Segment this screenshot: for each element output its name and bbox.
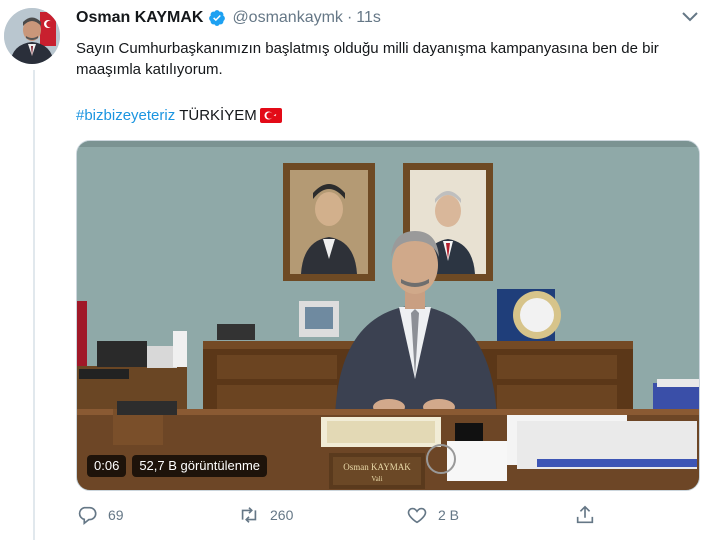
author-handle[interactable]: @osmankaymk — [232, 9, 343, 27]
tweet-text: Sayın Cumhurbaşkanımızın başlatmış olduğ… — [76, 40, 659, 78]
reply-count: 69 — [108, 507, 124, 523]
chevron-down-icon[interactable] — [680, 10, 700, 24]
video-view-count: 52,7 B görüntülenme — [132, 455, 268, 477]
tweet-actions: 69 260 2 B — [76, 504, 696, 528]
like-button[interactable]: 2 B — [406, 504, 459, 526]
retweet-button[interactable]: 260 — [238, 504, 293, 526]
separator-dot: · — [346, 9, 353, 26]
retweet-count: 260 — [270, 507, 294, 523]
nameplate-title: Vali — [371, 475, 382, 483]
tweet-header: Osman KAYMAK @osmankaymk · 11s — [76, 9, 381, 27]
tweet-tags: #bizbizeyeteriz TÜRKİYEM — [76, 105, 282, 126]
hashtag-link[interactable]: #bizbizeyeteriz — [76, 105, 175, 126]
tag-word: TÜRKİYEM — [179, 107, 257, 124]
turkey-flag-icon — [259, 108, 282, 123]
video-duration: 0:06 — [87, 455, 127, 477]
timestamp[interactable]: 11s — [356, 9, 381, 27]
video-frame: Osman KAYMAK Vali — [77, 141, 699, 490]
nameplate-name: Osman KAYMAK — [343, 462, 411, 472]
like-icon — [407, 507, 427, 524]
share-icon — [576, 505, 594, 524]
avatar[interactable] — [4, 8, 60, 64]
thread-line — [33, 70, 35, 540]
tweet[interactable]: Osman KAYMAK @osmankaymk · 11s Sayın Cum… — [0, 0, 728, 540]
like-count: 2 B — [438, 507, 460, 523]
share-button[interactable] — [574, 504, 606, 526]
reply-button[interactable]: 69 — [76, 504, 124, 526]
author-name[interactable]: Osman KAYMAK — [76, 9, 203, 27]
video-overlay: 0:06 52,7 B görüntülenme — [87, 455, 268, 477]
retweet-icon — [241, 507, 257, 523]
reply-icon — [78, 506, 97, 525]
video-player[interactable]: Osman KAYMAK Vali 0:06 52,7 B görüntülen… — [76, 140, 700, 491]
verified-badge-icon — [209, 10, 226, 26]
